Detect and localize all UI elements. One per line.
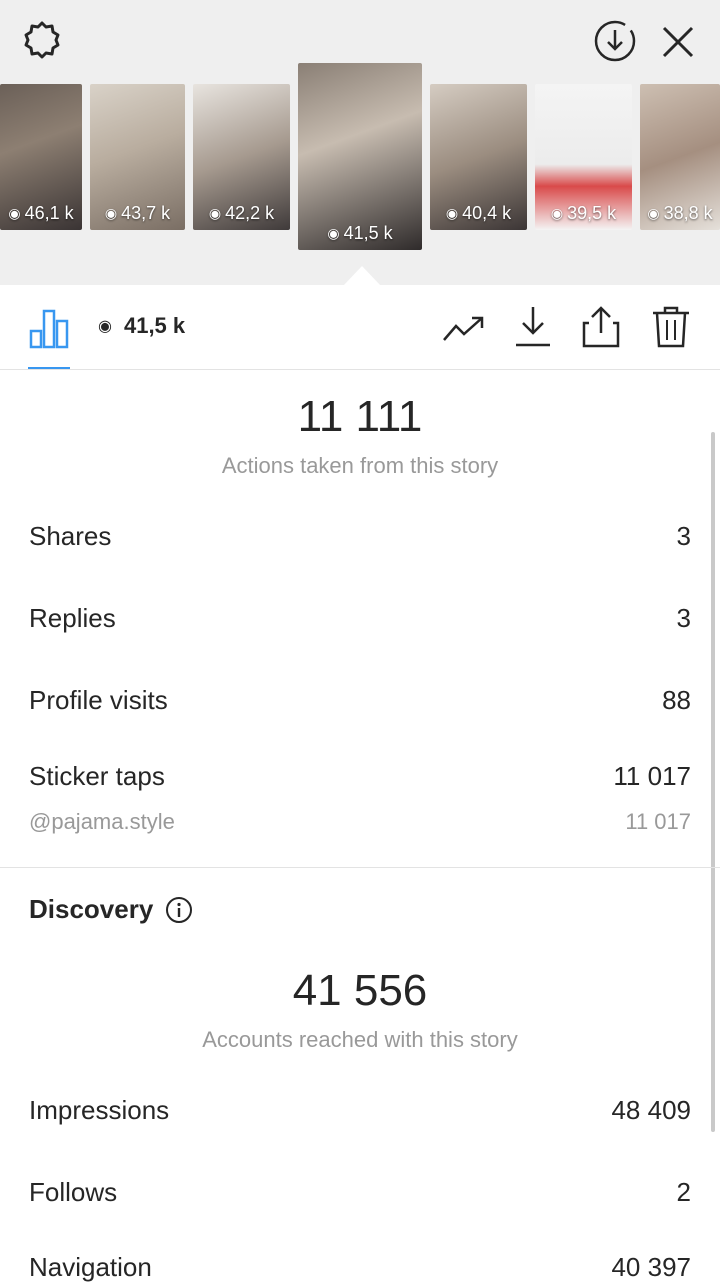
eye-icon: ◉ xyxy=(445,205,459,221)
story-thumbnail-selected[interactable]: ◉ 41,5 k xyxy=(298,63,422,250)
story-views: ◉ 38,8 k xyxy=(647,203,713,223)
metric-row-shares: Shares 3 xyxy=(29,521,691,552)
story-image xyxy=(298,63,422,250)
selection-caret xyxy=(343,266,381,286)
metric-row-follows: Follows 2 xyxy=(29,1177,691,1208)
bar-chart-icon xyxy=(29,309,69,349)
metric-row-profile-visits: Profile visits 88 xyxy=(29,685,691,716)
metric-value: 11 017 xyxy=(613,761,691,791)
download-button[interactable] xyxy=(510,303,556,351)
views-total-value: 41,5 k xyxy=(123,313,186,338)
eye-icon: ◉ xyxy=(647,205,660,221)
story-views: ◉ 41,5 k xyxy=(327,223,393,243)
metric-label: Navigation xyxy=(29,1252,152,1282)
active-tab-indicator xyxy=(28,367,70,369)
story-thumbnail[interactable]: ◉ 46,1 k xyxy=(0,84,82,230)
story-views: ◉ 46,1 k xyxy=(8,203,74,223)
eye-icon: ◉ xyxy=(208,205,222,221)
story-thumbnail[interactable]: ◉ 40,4 k xyxy=(430,84,527,230)
metric-label: Shares xyxy=(29,521,112,551)
metric-row-impressions: Impressions 48 409 xyxy=(29,1095,691,1126)
views-total: ◉ 41,5 k xyxy=(98,313,185,339)
story-thumbnail[interactable]: ◉ 43,7 k xyxy=(90,84,185,230)
interactions-total: 11 111 xyxy=(297,392,423,441)
discovery-caption: Accounts reached with this story xyxy=(202,1027,518,1052)
metric-value: 88 xyxy=(662,685,691,715)
discovery-total: 41 556 xyxy=(292,966,428,1015)
metric-row-navigation: Navigation 40 397 xyxy=(29,1252,691,1283)
story-views: ◉ 40,4 k xyxy=(445,203,512,223)
section-divider xyxy=(0,867,720,868)
eye-icon: ◉ xyxy=(104,205,118,221)
promote-button[interactable] xyxy=(440,307,488,351)
story-views: ◉ 43,7 k xyxy=(104,203,171,223)
metric-value: 3 xyxy=(676,521,691,551)
interactions-caption: Actions taken from this story xyxy=(221,453,499,478)
eye-icon: ◉ xyxy=(98,318,112,335)
discovery-header: Discovery xyxy=(29,894,193,925)
story-thumbnails: ◉ 46,1 k ◉ 43,7 k ◉ 42,2 k ◉ 41,5 k ◉ 40,4 k … xyxy=(0,0,720,285)
download-icon xyxy=(516,307,550,347)
eye-icon: ◉ xyxy=(550,205,564,221)
metric-label: Profile visits xyxy=(29,685,168,715)
discovery-title: Discovery xyxy=(29,894,154,924)
story-toolbar: ◉ 41,5 k xyxy=(0,285,720,370)
metric-label: Impressions xyxy=(29,1095,170,1125)
trending-up-icon xyxy=(443,316,484,341)
sticker-handle-label[interactable]: @pajama.style xyxy=(29,809,175,835)
story-thumbnail[interactable]: ◉ 38,8 k xyxy=(640,84,720,230)
insights-tab[interactable] xyxy=(26,305,72,351)
story-thumbnail[interactable]: ◉ 42,2 k xyxy=(193,84,290,230)
trash-icon xyxy=(653,306,689,348)
eye-icon: ◉ xyxy=(8,205,21,221)
metric-row-sticker-taps: Sticker taps 11 017 xyxy=(29,761,691,792)
metric-row-sticker-handle: @pajama.style 11 017 xyxy=(29,809,691,835)
delete-button[interactable] xyxy=(648,303,694,351)
sticker-handle-value: 11 017 xyxy=(625,809,691,834)
story-thumbnail[interactable]: ◉ 39,5 k xyxy=(535,84,632,230)
share-button[interactable] xyxy=(578,303,624,351)
metric-label: Replies xyxy=(29,603,116,633)
story-views: ◉ 42,2 k xyxy=(208,203,275,223)
eye-icon: ◉ xyxy=(327,225,340,241)
metric-label: Follows xyxy=(29,1177,118,1207)
story-views: ◉ 39,5 k xyxy=(550,203,617,223)
metric-value: 48 409 xyxy=(611,1095,691,1125)
story-strip-area: ◉ 46,1 k ◉ 43,7 k ◉ 42,2 k ◉ 41,5 k ◉ 40,4 k … xyxy=(0,0,720,286)
share-icon xyxy=(582,306,620,348)
metric-value: 3 xyxy=(676,603,691,633)
metric-row-replies: Replies 3 xyxy=(29,603,691,634)
metric-label: Sticker taps xyxy=(29,761,165,791)
metric-value: 2 xyxy=(676,1177,691,1207)
metric-value: 40 397 xyxy=(611,1252,691,1282)
info-icon[interactable] xyxy=(165,896,193,924)
